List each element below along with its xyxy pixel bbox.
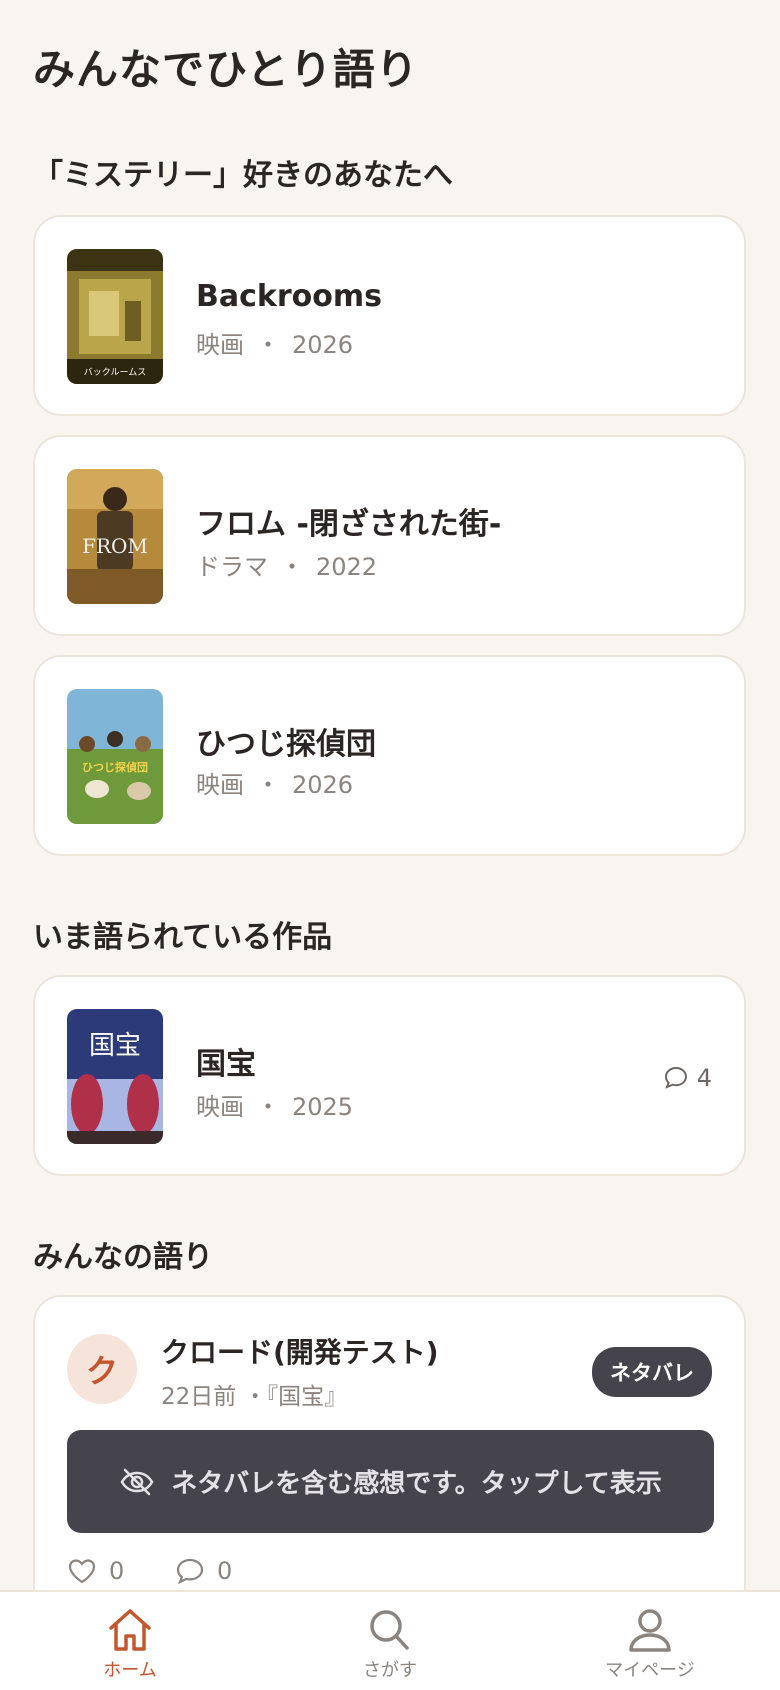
work-card-kokuho[interactable]: 国宝 国宝 映画・ 2025 4 — [33, 975, 746, 1176]
meta-separator: ・ — [256, 771, 280, 799]
work-type: 映画 — [196, 771, 244, 799]
user-name[interactable]: クロード(開発テスト) — [161, 1331, 439, 1371]
work-title: 国宝 — [196, 1047, 256, 1082]
work-title: フロム -閉ざされた街- — [196, 507, 502, 542]
comment-count: 4 — [663, 1064, 712, 1092]
reply-count: 0 — [217, 1557, 233, 1585]
nav-search-label: さがす — [363, 1660, 417, 1681]
work-title: Backrooms — [196, 279, 382, 314]
meta-separator: ・ — [280, 553, 304, 581]
app-title: みんなでひとり語り — [33, 45, 419, 94]
poster-image: 国宝 — [67, 1009, 163, 1144]
post-work-link[interactable]: ・『国宝』 — [244, 1384, 348, 1410]
like-button[interactable]: 0 — [67, 1557, 124, 1585]
meta-separator: ・ — [256, 1093, 280, 1121]
post-meta: 22日前 ・『国宝』 — [161, 1377, 347, 1411]
work-type: ドラマ — [196, 553, 268, 581]
comment-count-value: 4 — [696, 1064, 712, 1092]
bottom-nav: ホーム さがす マイページ — [0, 1590, 780, 1690]
post-time: 22日前 — [161, 1384, 237, 1410]
poster-image: FROM — [67, 469, 163, 604]
work-year: 2022 — [316, 553, 378, 581]
home-icon — [109, 1609, 151, 1651]
work-year: 2026 — [292, 771, 354, 799]
work-year: 2025 — [292, 1093, 354, 1121]
work-card-backrooms[interactable]: バックルームス Backrooms 映画・ 2026 — [33, 215, 746, 416]
nav-search[interactable]: さがす — [310, 1606, 470, 1682]
like-count: 0 — [109, 1557, 125, 1585]
recommend-heading: 「ミステリー」好きのあなたへ — [33, 158, 453, 193]
work-card-from[interactable]: FROM フロム -閉ざされた街- ドラマ・ 2022 — [33, 435, 746, 636]
eye-off-icon — [120, 1468, 154, 1495]
nav-home[interactable]: ホーム — [50, 1606, 210, 1682]
poster-text: 国宝 — [89, 1031, 141, 1061]
work-type: 映画 — [196, 331, 244, 359]
work-title: ひつじ探偵団 — [196, 727, 376, 762]
comments-icon — [664, 1066, 687, 1089]
poster-text: FROM — [82, 534, 148, 558]
post-card[interactable]: ク クロード(開発テスト) 22日前 ・『国宝』 ネタバレ ネタバレを含む感想で… — [33, 1295, 746, 1615]
heart-icon — [68, 1559, 96, 1584]
spoiler-badge: ネタバレ — [592, 1347, 712, 1397]
nav-mypage-label: マイページ — [605, 1660, 695, 1681]
work-card-hitsuji[interactable]: ひつじ探偵団 ひつじ探偵団 映画・ 2026 — [33, 655, 746, 856]
work-meta: 映画・ 2026 — [196, 765, 353, 800]
avatar[interactable]: ク — [67, 1334, 137, 1404]
work-meta: 映画・ 2026 — [196, 325, 353, 360]
trending-heading: いま語られている作品 — [33, 920, 333, 955]
user-icon — [629, 1609, 671, 1652]
search-icon — [370, 1610, 409, 1650]
poster-image: バックルームス — [67, 249, 163, 384]
reply-button[interactable]: 0 — [175, 1557, 232, 1585]
poster-image: ひつじ探偵団 — [67, 689, 163, 824]
posts-heading: みんなの語り — [33, 1240, 213, 1275]
poster-text: バックルームス — [84, 367, 146, 378]
work-type: 映画 — [196, 1093, 244, 1121]
work-meta: 映画・ 2025 — [196, 1087, 353, 1122]
work-year: 2026 — [292, 331, 354, 359]
comment-icon — [176, 1558, 204, 1585]
spoiler-text: ネタバレを含む感想です。タップして表示 — [171, 1469, 662, 1499]
work-meta: ドラマ・ 2022 — [196, 547, 377, 582]
spoiler-reveal-button[interactable]: ネタバレを含む感想です。タップして表示 — [67, 1430, 714, 1533]
nav-mypage[interactable]: マイページ — [570, 1606, 730, 1682]
poster-text: ひつじ探偵団 — [82, 760, 148, 774]
meta-separator: ・ — [256, 331, 280, 359]
nav-home-label: ホーム — [103, 1660, 157, 1681]
